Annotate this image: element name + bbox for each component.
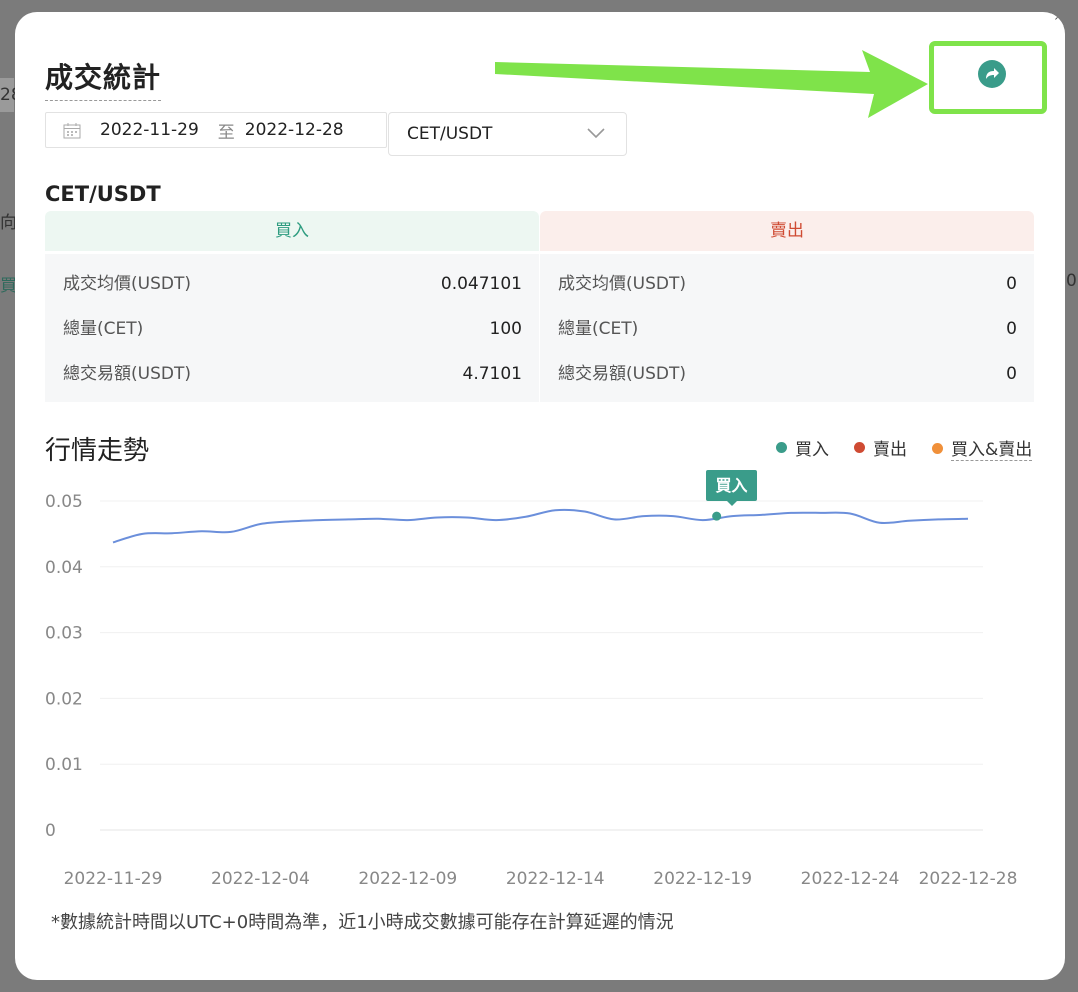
stat-row: 總量(CET) 0 bbox=[540, 307, 1034, 352]
pair-heading: CET/USDT bbox=[45, 182, 161, 206]
chart-tooltip: 買入 bbox=[706, 470, 757, 501]
legend-dot bbox=[932, 442, 943, 454]
stat-label: 總量(CET) bbox=[558, 319, 639, 339]
calendar-icon bbox=[63, 122, 81, 138]
y-tick-label: 0.04 bbox=[45, 558, 83, 578]
y-tick-label: 0.02 bbox=[45, 689, 83, 709]
chevron-down-icon bbox=[587, 128, 605, 139]
stat-label: 成交均價(USDT) bbox=[558, 274, 686, 294]
legend-label: 賣出 bbox=[873, 440, 907, 460]
chart-tooltip-tail bbox=[727, 501, 737, 506]
pair-select-value: CET/USDT bbox=[407, 124, 493, 144]
sell-stats-panel: 賣出 成交均價(USDT) 0 總量(CET) 0 總交易額(USDT) 0 bbox=[540, 211, 1034, 402]
stat-value: 0.047101 bbox=[440, 274, 522, 294]
stat-label: 成交均價(USDT) bbox=[63, 274, 191, 294]
stat-label: 總交易額(USDT) bbox=[558, 364, 686, 384]
date-separator: 至 bbox=[217, 122, 235, 143]
x-tick-label: 2022-12-04 bbox=[211, 869, 310, 889]
stat-label: 總交易額(USDT) bbox=[63, 364, 191, 384]
legend-item-both[interactable]: 買入&賣出 bbox=[932, 435, 1033, 461]
x-tick-label: 2022-12-14 bbox=[506, 869, 605, 889]
stat-value: 100 bbox=[489, 319, 522, 339]
x-tick-label: 2022-11-29 bbox=[64, 869, 163, 889]
date-range-picker[interactable]: 2022-11-29 至 2022-12-28 bbox=[45, 112, 387, 148]
x-tick-label: 2022-12-09 bbox=[358, 869, 457, 889]
close-icon[interactable]: × bbox=[1051, 12, 1065, 26]
buy-point-marker bbox=[712, 511, 722, 521]
footnote: *數據統計時間以UTC+0時間為準，近1小時成交數據可能存在計算延遲的情況 bbox=[51, 912, 674, 933]
buy-header: 買入 bbox=[45, 211, 539, 251]
stat-row: 成交均價(USDT) 0.047101 bbox=[45, 262, 539, 307]
legend-label: 買入&賣出 bbox=[951, 435, 1033, 461]
share-highlight-box bbox=[929, 41, 1047, 114]
stat-value: 0 bbox=[1006, 274, 1017, 294]
legend-dot bbox=[854, 442, 865, 453]
stat-row: 總量(CET) 100 bbox=[45, 307, 539, 352]
x-tick-label: 2022-12-19 bbox=[653, 869, 752, 889]
date-end-input[interactable]: 2022-12-28 bbox=[245, 120, 344, 140]
trend-chart: 0.05 0.04 0.03 0.02 0.01 0 2022-11-29 2022-12-0… bbox=[45, 492, 1018, 889]
legend-item-sell[interactable]: 賣出 bbox=[854, 435, 907, 460]
share-arrow-icon bbox=[986, 68, 999, 79]
legend-item-buy[interactable]: 買入 bbox=[776, 435, 829, 460]
y-tick-label: 0.01 bbox=[45, 755, 83, 775]
y-tick-label: 0.05 bbox=[45, 492, 83, 512]
trend-title: 行情走勢 bbox=[45, 436, 150, 466]
trade-statistics-modal: × 成交統計 2022-11-29 至 2022-12-28 CET/USDT bbox=[15, 12, 1065, 980]
stat-value: 4.7101 bbox=[462, 364, 522, 384]
x-tick-label: 2022-12-24 bbox=[801, 869, 900, 889]
stat-label: 總量(CET) bbox=[63, 319, 144, 339]
buy-stats-panel: 買入 成交均價(USDT) 0.047101 總量(CET) 100 總交易額(… bbox=[45, 211, 539, 402]
pair-select[interactable]: CET/USDT bbox=[388, 112, 627, 156]
legend-dot bbox=[776, 442, 787, 453]
x-tick-label: 2022-12-28 bbox=[919, 869, 1018, 889]
sell-header: 賣出 bbox=[540, 211, 1034, 251]
stat-row: 總交易額(USDT) 4.7101 bbox=[45, 352, 539, 397]
stat-value: 0 bbox=[1006, 319, 1017, 339]
y-tick-label: 0 bbox=[45, 821, 56, 841]
stat-row: 總交易額(USDT) 0 bbox=[540, 352, 1034, 397]
legend-label: 買入 bbox=[795, 440, 829, 460]
stat-row: 成交均價(USDT) 0 bbox=[540, 262, 1034, 307]
y-tick-label: 0.03 bbox=[45, 624, 83, 644]
share-button[interactable] bbox=[978, 60, 1006, 88]
modal-title: 成交統計 bbox=[45, 56, 162, 101]
date-start-input[interactable]: 2022-11-29 bbox=[100, 120, 199, 140]
stat-value: 0 bbox=[1006, 364, 1017, 384]
price-series-line bbox=[112, 508, 969, 544]
background-fragment: 01 bbox=[1066, 271, 1078, 291]
